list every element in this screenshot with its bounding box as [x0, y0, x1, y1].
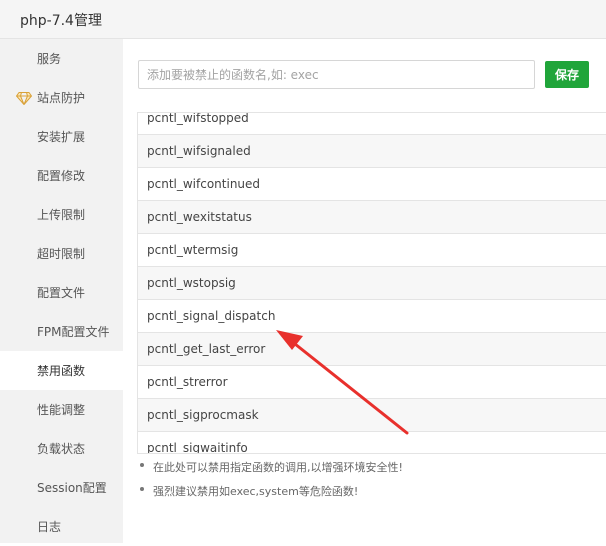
disabled-functions-panel: 保存 pcntl_wifstoppedpcntl_wifsignaledpcnt… — [123, 39, 606, 543]
sidebar-item-label: 超时限制 — [37, 247, 86, 261]
function-name: pcntl_sigwaitinfo — [147, 441, 248, 454]
sidebar-item-label: Session配置 — [37, 481, 107, 495]
function-row[interactable]: pcntl_sigwaitinfo — [138, 432, 606, 454]
function-name-input[interactable] — [138, 60, 535, 89]
function-row[interactable]: pcntl_strerror — [138, 366, 606, 399]
function-name: pcntl_get_last_error — [147, 342, 266, 356]
sidebar-item-label: FPM配置文件 — [37, 325, 110, 339]
tip-text: 强烈建议禁用如exec,system等危险函数! — [153, 485, 359, 498]
help-tips: 在此处可以禁用指定函数的调用,以增强环境安全性! 强烈建议禁用如exec,syst… — [123, 457, 606, 505]
sidebar-item-install-extensions[interactable]: 安装扩展 — [0, 117, 123, 156]
function-row[interactable]: pcntl_wifsignaled — [138, 135, 606, 168]
bullet-icon — [140, 463, 144, 467]
sidebar-item-timeout-limit[interactable]: 超时限制 — [0, 234, 123, 273]
function-row[interactable]: pcntl_sigprocmask — [138, 399, 606, 432]
sidebar-item-label: 配置文件 — [37, 286, 86, 300]
function-row[interactable]: pcntl_wifcontinued — [138, 168, 606, 201]
function-name: pcntl_wifstopped — [147, 112, 249, 125]
function-name: pcntl_wifsignaled — [147, 144, 251, 158]
function-row[interactable]: pcntl_wexitstatus — [138, 201, 606, 234]
function-name: pcntl_wifcontinued — [147, 177, 261, 191]
sidebar-item-label: 日志 — [37, 520, 62, 534]
sidebar-item-label: 负载状态 — [37, 442, 86, 456]
sidebar-item-service[interactable]: 服务 — [0, 39, 123, 78]
function-row[interactable]: pcntl_signal_dispatch — [138, 300, 606, 333]
function-name: pcntl_strerror — [147, 375, 228, 389]
sidebar-item-label: 性能调整 — [37, 403, 86, 417]
disabled-functions-list-inner: pcntl_wifstopped pcntl_wifsignaled pcntl_w… — [138, 112, 606, 454]
sidebar-item-upload-limit[interactable]: 上传限制 — [0, 195, 123, 234]
sidebar-item-logs[interactable]: 日志 — [0, 507, 123, 546]
sidebar-item-label: 安装扩展 — [37, 130, 86, 144]
tip-text: 在此处可以禁用指定函数的调用,以增强环境安全性! — [153, 461, 403, 474]
sidebar-item-label: 服务 — [37, 52, 62, 66]
sidebar-item-load-status[interactable]: 负载状态 — [0, 429, 123, 468]
function-row[interactable]: pcntl_get_last_error — [138, 333, 606, 366]
sidebar-item-disabled-functions[interactable]: 禁用函数 — [0, 351, 123, 390]
sidebar-item-label: 站点防护 — [37, 91, 86, 105]
sidebar-item-performance-tuning[interactable]: 性能调整 — [0, 390, 123, 429]
sidebar-item-config-modify[interactable]: 配置修改 — [0, 156, 123, 195]
tip-item: 强烈建议禁用如exec,system等危险函数! — [123, 481, 606, 505]
sidebar-item-label: 禁用函数 — [37, 364, 86, 378]
window-title: php-7.4管理 — [20, 13, 102, 29]
bullet-icon — [140, 487, 144, 491]
disabled-functions-list[interactable]: pcntl_wifstopped pcntl_wifsignaled pcntl_w… — [137, 112, 606, 454]
save-button[interactable]: 保存 — [545, 61, 589, 88]
function-name: pcntl_sigprocmask — [147, 408, 259, 422]
sidebar-nav: 服务站点防护安装扩展配置修改上传限制超时限制配置文件 FPM配置文件 禁用函数性能调… — [0, 39, 123, 543]
diamond-icon — [16, 92, 32, 105]
sidebar-item-site-protection[interactable]: 站点防护 — [0, 78, 123, 117]
function-row[interactable]: pcntl_wtermsig — [138, 234, 606, 267]
sidebar-item-fpm-config-file[interactable]: FPM配置文件 — [0, 312, 123, 351]
sidebar-item-label: 配置修改 — [37, 169, 86, 183]
function-row[interactable]: pcntl_wifstopped — [138, 112, 606, 135]
function-name: pcntl_wtermsig — [147, 243, 239, 257]
function-row[interactable]: pcntl_wstopsig — [138, 267, 606, 300]
function-name: pcntl_wexitstatus — [147, 210, 252, 224]
window-titlebar: php-7.4管理 — [0, 0, 606, 39]
tip-item: 在此处可以禁用指定函数的调用,以增强环境安全性! — [123, 457, 606, 481]
sidebar-item-config-file[interactable]: 配置文件 — [0, 273, 123, 312]
function-name: pcntl_wstopsig — [147, 276, 236, 290]
sidebar-item-session-config[interactable]: Session配置 — [0, 468, 123, 507]
function-name: pcntl_signal_dispatch — [147, 309, 276, 323]
sidebar-item-label: 上传限制 — [37, 208, 86, 222]
